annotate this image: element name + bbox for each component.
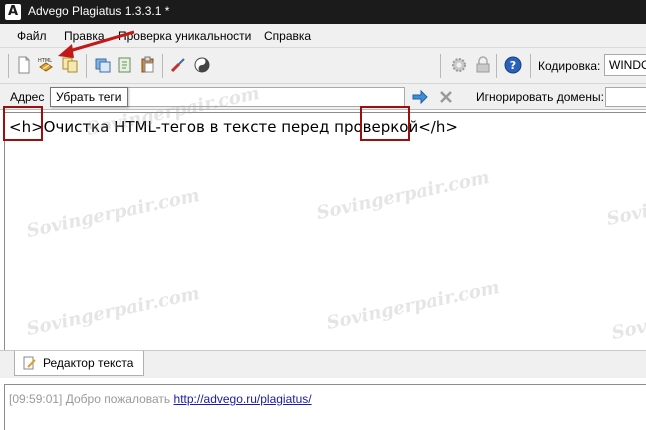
close-tag-highlight <box>360 106 410 141</box>
new-document-button[interactable] <box>13 54 35 76</box>
edit-document-icon <box>23 356 36 370</box>
help-button[interactable]: ? <box>502 54 524 76</box>
paste-button[interactable] <box>137 54 159 76</box>
yin-yang-button[interactable] <box>191 54 213 76</box>
help-icon: ? <box>504 56 522 74</box>
save-button[interactable] <box>92 54 114 76</box>
watermark: Sovingerpair.com <box>324 276 502 335</box>
toolbar-separator <box>496 54 497 78</box>
menu-uniqueness-check[interactable]: Проверка уникальности <box>118 29 251 43</box>
yin-yang-icon <box>194 57 210 73</box>
text-editor[interactable]: <h>Очистка HTML-тегов в тексте перед про… <box>4 83 646 350</box>
toolbar-separator <box>440 54 441 78</box>
copy-icon <box>62 57 78 73</box>
log-entry: [09:59:01] Добро пожаловать http://adveg… <box>9 392 312 406</box>
app-logo-icon: A <box>5 4 21 20</box>
ignore-domains-label: Игнорировать домены: <box>476 90 604 104</box>
tooltip: Убрать теги <box>50 87 128 107</box>
watermark: Sovingerpair.com <box>24 282 202 341</box>
watermark: Sovingerpair.com <box>314 166 492 225</box>
arrow-right-icon <box>412 89 428 105</box>
stop-button[interactable] <box>437 88 455 106</box>
toolbar-separator <box>162 54 163 78</box>
menu-file[interactable]: Файл <box>17 29 47 43</box>
lock-icon <box>476 56 490 73</box>
svg-text:?: ? <box>510 59 516 72</box>
log-link[interactable]: http://advego.ru/plagiatus/ <box>174 392 312 406</box>
settings-icon <box>452 58 466 72</box>
ignore-domains-input[interactable] <box>605 87 646 107</box>
copy-button[interactable] <box>59 54 81 76</box>
open-button[interactable] <box>114 54 136 76</box>
go-button[interactable] <box>411 88 429 106</box>
log-time: [09:59:01] <box>9 392 63 406</box>
settings-button[interactable] <box>448 54 470 76</box>
remove-tags-button[interactable]: HTML <box>35 54 57 76</box>
menu-bar: Файл Правка Проверка уникальности Справк… <box>0 24 646 48</box>
open-icon <box>118 57 131 73</box>
title-bar: A Advego Plagiatus 1.3.3.1 * <box>0 0 646 24</box>
toolbar-separator <box>8 54 9 78</box>
toolbar: HTML ? Кодировка: WIND <box>0 48 646 84</box>
toolbar-separator <box>86 54 87 78</box>
paste-icon <box>141 56 154 73</box>
log-message: Добро пожаловать <box>65 392 171 406</box>
open-tag-highlight <box>3 106 43 141</box>
watermark: Sovingerpair.com <box>609 286 646 345</box>
menu-help[interactable]: Справка <box>264 29 311 43</box>
close-icon <box>440 91 452 103</box>
lock-button[interactable] <box>472 54 494 76</box>
watermark: Sovingerpair.com <box>604 172 646 231</box>
encoding-select[interactable]: WINDOWS-1251 <box>604 54 646 76</box>
menu-edit[interactable]: Правка <box>64 29 105 43</box>
tab-strip: Редактор текста <box>0 350 646 378</box>
tab-label: Редактор текста <box>43 356 134 370</box>
address-label: Адрес <box>10 90 45 104</box>
tab-text-editor[interactable]: Редактор текста <box>14 351 144 376</box>
watermark: Sovingerpair.com <box>24 184 202 243</box>
toolbar-separator <box>530 54 531 78</box>
new-document-icon <box>18 56 30 74</box>
encoding-label: Кодировка: <box>538 59 601 73</box>
close-tag: </h> <box>418 118 458 136</box>
remove-tags-html-icon: HTML <box>38 58 53 72</box>
brush-button[interactable] <box>167 54 189 76</box>
window-title: Advego Plagiatus 1.3.3.1 * <box>28 4 170 18</box>
brush-icon <box>170 58 185 73</box>
save-icon <box>95 58 111 73</box>
log-panel: [09:59:01] Добро пожаловать http://adveg… <box>4 384 646 430</box>
